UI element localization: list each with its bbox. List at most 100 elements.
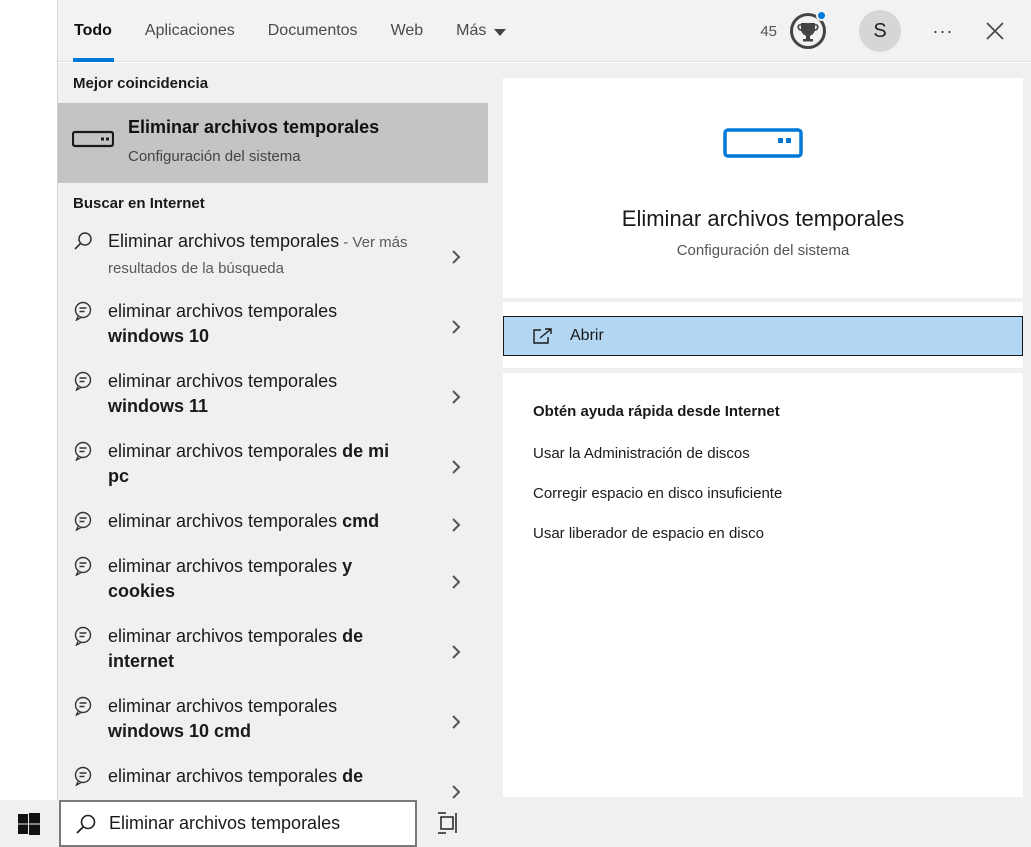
avatar-letter: S xyxy=(873,19,887,42)
open-label: Abrir xyxy=(570,327,604,344)
suggestion-bold: cmd xyxy=(342,511,380,531)
suggestion-text: eliminar archivos temporales windows 10 xyxy=(108,299,408,349)
scope-tabs: Todo Aplicaciones Documentos Web Más xyxy=(73,0,539,62)
suggestion-row[interactable]: eliminar archivos temporales de xyxy=(58,758,488,800)
search-header: Todo Aplicaciones Documentos Web Más 45 … xyxy=(58,0,1031,62)
chevron-right-icon xyxy=(452,460,461,474)
search-suggestion-icon xyxy=(74,371,92,391)
chevron-right-icon xyxy=(452,250,461,264)
rewards-points: 45 xyxy=(760,22,777,40)
suggestion-row[interactable]: eliminar archivos temporales windows 10 … xyxy=(58,688,488,758)
chevron-right-icon xyxy=(452,518,461,532)
tab-label: Aplicaciones xyxy=(144,22,235,39)
help-link-disk-cleanup[interactable]: Usar liberador de espacio en disco xyxy=(533,525,764,542)
start-button[interactable] xyxy=(0,800,57,847)
help-link-disk-management[interactable]: Usar la Administración de discos xyxy=(533,445,750,462)
tab-label: Documentos xyxy=(267,22,358,39)
web-result-text: Eliminar archivos temporales - Ver más r… xyxy=(108,229,408,281)
detail-card: Eliminar archivos temporales Configuraci… xyxy=(503,78,1023,298)
search-suggestion-icon xyxy=(74,626,92,646)
tab-label: Todo xyxy=(74,22,112,39)
actions-card: Abrir xyxy=(503,302,1023,368)
chevron-right-icon xyxy=(452,645,461,659)
suggestion-text: eliminar archivos temporales cmd xyxy=(108,509,408,534)
chevron-down-icon xyxy=(494,28,507,36)
search-icon xyxy=(74,232,92,250)
chevron-right-icon xyxy=(452,390,461,404)
web-result-row[interactable]: Eliminar archivos temporales - Ver más r… xyxy=(58,223,488,293)
taskbar xyxy=(0,800,1031,847)
best-match-heading: Mejor coincidencia xyxy=(73,74,209,92)
suggestion-base: eliminar archivos temporales xyxy=(108,441,343,461)
avatar[interactable]: S xyxy=(859,10,901,52)
search-suggestion-icon xyxy=(74,556,92,576)
suggestion-bold: de xyxy=(342,766,364,786)
suggestion-text: eliminar archivos temporales windows 11 xyxy=(108,369,408,419)
storage-drive-icon xyxy=(72,130,114,148)
close-icon xyxy=(986,22,1004,40)
chevron-right-icon xyxy=(452,320,461,334)
taskbar-search-box[interactable] xyxy=(59,800,417,847)
tab-web[interactable]: Web xyxy=(391,0,424,62)
open-external-icon xyxy=(533,328,552,344)
more-icon: ··· xyxy=(932,20,954,41)
suggestion-bold: windows 10 xyxy=(108,326,210,346)
suggestion-row[interactable]: eliminar archivos temporales de internet xyxy=(58,618,488,688)
search-suggestion-icon xyxy=(74,301,92,321)
open-button[interactable]: Abrir xyxy=(503,316,1023,356)
tab-mas[interactable]: Más xyxy=(456,0,507,62)
close-button[interactable] xyxy=(983,19,1007,43)
tab-aplicaciones[interactable]: Aplicaciones xyxy=(145,0,235,62)
tab-label: Web xyxy=(390,22,424,39)
search-suggestion-icon xyxy=(74,511,92,531)
suggestion-row[interactable]: eliminar archivos temporales windows 11 xyxy=(58,363,488,433)
storage-drive-icon xyxy=(723,128,803,158)
search-suggestion-icon xyxy=(74,766,92,786)
suggestion-text: eliminar archivos temporales de internet xyxy=(108,624,408,674)
best-match-text: Eliminar archivos temporales Configuraci… xyxy=(128,117,379,165)
suggestion-row[interactable]: eliminar archivos temporales de mi pc xyxy=(58,433,488,503)
tab-documentos[interactable]: Documentos xyxy=(268,0,358,62)
suggestion-bold: windows 10 cmd xyxy=(108,721,252,741)
notification-dot xyxy=(816,10,827,21)
best-match-item[interactable]: Eliminar archivos temporales Configuraci… xyxy=(58,103,488,183)
suggestion-row[interactable]: eliminar archivos temporales cmd xyxy=(58,503,488,548)
chevron-right-icon xyxy=(452,575,461,589)
suggestion-text: eliminar archivos temporales de mi pc xyxy=(108,439,408,489)
suggestion-base: eliminar archivos temporales xyxy=(108,626,343,646)
web-search-heading: Buscar en Internet xyxy=(73,194,205,212)
search-suggestion-icon xyxy=(74,441,92,461)
detail-title: Eliminar archivos temporales xyxy=(621,206,905,231)
suggestion-base: eliminar archivos temporales xyxy=(108,511,343,531)
help-heading: Obtén ayuda rápida desde Internet xyxy=(533,403,780,420)
web-result-title: Eliminar archivos temporales xyxy=(108,231,340,251)
suggestion-base: eliminar archivos temporales xyxy=(108,301,338,321)
suggestion-text: eliminar archivos temporales y cookies xyxy=(108,554,408,604)
search-input[interactable] xyxy=(109,813,399,834)
best-match-subtitle: Configuración del sistema xyxy=(128,148,301,165)
help-link-low-disk-space[interactable]: Corregir espacio en disco insuficiente xyxy=(533,485,782,502)
desktop-strip xyxy=(0,0,57,800)
tab-todo[interactable]: Todo xyxy=(73,0,114,62)
suggestion-row[interactable]: eliminar archivos temporales y cookies xyxy=(58,548,488,618)
suggestion-base: eliminar archivos temporales xyxy=(108,371,338,391)
task-view-icon[interactable] xyxy=(436,812,460,834)
detail-subtitle: Configuración del sistema xyxy=(676,242,850,259)
more-options-button[interactable]: ··· xyxy=(931,19,955,43)
results-panel: Mejor coincidencia Eliminar archivos tem… xyxy=(58,63,488,800)
chevron-right-icon xyxy=(452,715,461,729)
header-controls: 45 S ··· xyxy=(760,0,1031,62)
search-icon xyxy=(76,814,96,834)
search-suggestion-icon xyxy=(74,696,92,716)
chevron-right-icon xyxy=(452,785,461,799)
suggestion-text: eliminar archivos temporales windows 10 … xyxy=(108,694,408,744)
suggestion-base: eliminar archivos temporales xyxy=(108,556,343,576)
tab-label: Más xyxy=(456,22,487,39)
help-card: Obtén ayuda rápida desde Internet Usar l… xyxy=(503,373,1023,797)
suggestion-base: eliminar archivos temporales xyxy=(108,766,343,786)
suggestion-list: eliminar archivos temporales windows 10 e… xyxy=(58,293,488,800)
suggestion-row[interactable]: eliminar archivos temporales windows 10 xyxy=(58,293,488,363)
rewards-trophy-button[interactable] xyxy=(789,10,827,50)
best-match-title: Eliminar archivos temporales xyxy=(128,117,380,137)
windows-logo-icon xyxy=(17,812,40,835)
